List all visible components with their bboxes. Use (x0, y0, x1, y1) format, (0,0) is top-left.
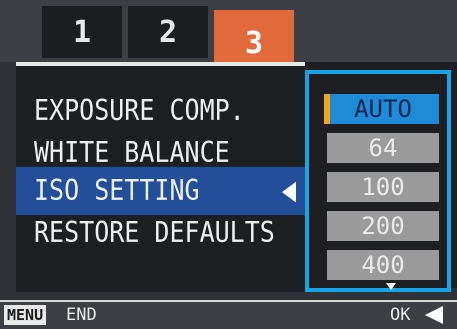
menu-item-restore-defaults[interactable]: RESTORE DEFAULTS (16, 209, 312, 257)
menu-item-label: EXPOSURE COMP. (34, 93, 245, 128)
tab-3-label: 3 (244, 25, 264, 61)
tab-2[interactable]: 2 (128, 6, 208, 58)
tab-1-label: 1 (72, 14, 92, 50)
option-400[interactable]: 400 (327, 250, 439, 280)
option-100[interactable]: 100 (327, 172, 439, 202)
camera-menu-screen: 1 2 3 EXPOSURE COMP. WHITE BALANCE ISO S… (0, 0, 457, 329)
menu-panel: EXPOSURE COMP. WHITE BALANCE ISO SETTING… (16, 62, 312, 292)
menu-item-label: WHITE BALANCE (34, 135, 230, 170)
end-label: END (66, 305, 97, 325)
ok-label: OK (390, 305, 411, 325)
selected-option-marker (324, 94, 330, 124)
option-auto[interactable]: AUTO (327, 94, 439, 124)
menu-item-label: ISO SETTING (34, 173, 200, 208)
down-arrow-icon (386, 283, 396, 290)
option-64[interactable]: 64 (327, 133, 439, 163)
option-200[interactable]: 200 (327, 211, 439, 241)
menu-item-label: RESTORE DEFAULTS (34, 215, 275, 250)
tab-2-label: 2 (158, 14, 178, 50)
menu-key-icon[interactable]: MENU (4, 305, 47, 325)
left-arrow-icon (282, 181, 296, 203)
tab-1[interactable]: 1 (42, 6, 122, 58)
left-arrow-icon[interactable] (425, 306, 443, 324)
